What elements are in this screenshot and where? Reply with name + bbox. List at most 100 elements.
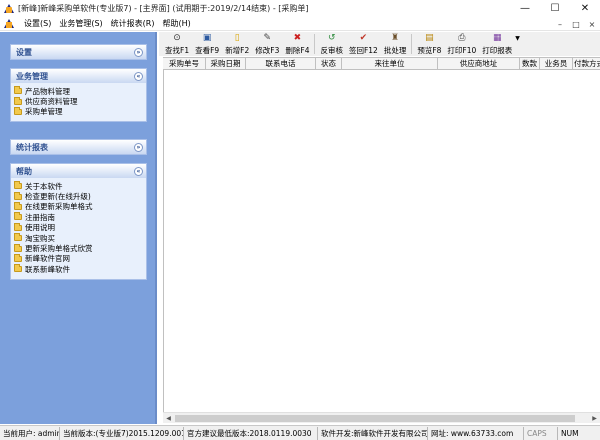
sidebar-item-contact[interactable]: 联系新峰软件 (14, 264, 143, 274)
folder-icon (14, 96, 22, 105)
close-button[interactable]: ✕ (570, 0, 600, 17)
column-header[interactable]: 联系电话 (246, 58, 316, 70)
chevron-down-icon: ▼ (515, 35, 520, 42)
folder-icon (14, 86, 22, 95)
panel-settings: 设置 » (10, 44, 147, 60)
folder-icon (14, 201, 22, 210)
sidebar-item-label: 使用说明 (25, 223, 55, 233)
preview-button[interactable]: ▤ 预览F8 (414, 32, 444, 56)
toolbar-separator (411, 34, 413, 54)
button-label: 反审核 (320, 46, 343, 55)
button-label: 批处理 (383, 46, 407, 55)
horizontal-scrollbar[interactable]: ◀ ▶ (163, 412, 600, 423)
preview-icon: ▤ (425, 33, 434, 43)
button-label: 预览F8 (417, 46, 442, 55)
menu-business[interactable]: 业务管理(S) (55, 18, 106, 29)
add-button[interactable]: ▯ 新增F2 (222, 32, 252, 56)
maximize-button[interactable]: ☐ (540, 0, 570, 17)
purchase-order-grid[interactable] (163, 70, 600, 412)
sidebar-item-label: 在线更新采购单格式 (25, 202, 93, 212)
folder-icon (14, 253, 22, 262)
column-header[interactable]: 数款 (520, 58, 540, 70)
panel-reports: 统计报表 » (10, 139, 147, 155)
button-label: 删除F4 (285, 46, 310, 55)
print-report-button[interactable]: ▦ 打印报表 (479, 32, 515, 56)
print-button[interactable]: ⎙ 打印F10 (444, 32, 479, 56)
folder-icon (14, 264, 22, 273)
collapse-chevron-icon[interactable]: « (134, 166, 143, 176)
folder-icon (14, 181, 22, 190)
column-header[interactable]: 采购单号 (163, 58, 206, 70)
mdi-controls: – □ × (552, 17, 600, 31)
panel-body: 关于本软件 检查更新(在线升级) 在线更新采购单格式 注册指南 使用说明 淘宝购… (11, 178, 146, 279)
scroll-left-icon[interactable]: ◀ (163, 413, 174, 424)
print-report-dropdown[interactable]: ▼ (515, 32, 522, 56)
scrollbar-thumb[interactable] (175, 415, 575, 422)
status-bar: 当前用户: admin 当前版本:(专业版7)2015.1209.0014 官方… (0, 425, 600, 440)
panel-body: 产品物料管理 供应商资料管理 采购单管理 (11, 83, 146, 122)
scroll-right-icon[interactable]: ▶ (589, 413, 600, 424)
panel-header-business[interactable]: 业务管理 « (11, 69, 146, 83)
button-label: 打印报表 (482, 46, 513, 55)
status-user: 当前用户: admin (0, 426, 60, 440)
panel-header-reports[interactable]: 统计报表 » (11, 140, 146, 154)
sidebar-item-taobao[interactable]: 淘宝购买 (14, 233, 143, 243)
mdi-restore-button[interactable]: □ (568, 20, 584, 29)
panel-header-settings[interactable]: 设置 » (11, 45, 146, 59)
sidebar-item-manual[interactable]: 使用说明 (14, 222, 143, 233)
sidebar-item-label: 淘宝购买 (25, 233, 55, 243)
view-button[interactable]: ▣ 查看F9 (192, 32, 222, 56)
sidebar-item-label: 联系新峰软件 (25, 264, 70, 274)
collapse-chevron-icon[interactable]: « (134, 71, 143, 81)
sidebar-item-label: 关于本软件 (25, 181, 63, 191)
unapprove-icon: ↺ (327, 33, 336, 43)
sidebar-item-label: 采购单管理 (25, 107, 63, 117)
folder-icon (14, 212, 22, 221)
menu-help[interactable]: 帮助(H) (158, 18, 194, 29)
delete-icon: ✖ (293, 33, 302, 43)
sidebar-item-website[interactable]: 新峰软件官网 (14, 253, 143, 264)
column-header[interactable]: 采购日期 (206, 58, 246, 70)
menu-settings[interactable]: 设置(S) (20, 18, 55, 29)
sidebar-item-check-update[interactable]: 检查更新(在线升级) (14, 191, 143, 201)
checkmark-icon: ✔ (359, 33, 368, 43)
button-label: 签回F12 (348, 46, 378, 55)
folder-icon (14, 233, 22, 242)
sidebar-item-suppliers[interactable]: 供应商资料管理 (14, 96, 143, 106)
signback-button[interactable]: ✔ 签回F12 (346, 32, 381, 56)
find-button[interactable]: ⊙ 查找F1 (162, 32, 192, 56)
column-header[interactable]: 业务员 (540, 58, 573, 70)
batch-button[interactable]: ♜ 批处理 (381, 32, 410, 56)
view-icon: ▣ (202, 33, 212, 43)
column-header[interactable]: 来往单位 (342, 58, 438, 70)
sidebar-item-register-guide[interactable]: 注册指南 (14, 212, 143, 222)
panel-title: 统计报表 (16, 142, 48, 152)
printer-icon: ⎙ (458, 33, 466, 43)
sidebar-item-update-format[interactable]: 在线更新采购单格式 (14, 201, 143, 212)
status-min-version: 官方建议最低版本:2018.0119.0030 (184, 426, 318, 440)
menu-reports[interactable]: 统计报表(R) (107, 18, 159, 29)
app-logo-icon (4, 3, 14, 14)
app-menu-icon[interactable] (4, 18, 14, 29)
sidebar-item-about[interactable]: 关于本软件 (14, 181, 143, 191)
panel-header-help[interactable]: 帮助 « (11, 164, 146, 178)
unapprove-button[interactable]: ↺ 反审核 (317, 32, 346, 56)
sidebar-item-format-gallery[interactable]: 更新采购单格式欣赏 (14, 243, 143, 253)
delete-button[interactable]: ✖ 删除F4 (282, 32, 312, 56)
sidebar-item-purchase-orders[interactable]: 采购单管理 (14, 106, 143, 117)
mdi-close-button[interactable]: × (584, 20, 600, 29)
button-label: 新增F2 (225, 46, 250, 55)
expand-chevron-icon[interactable]: » (134, 142, 143, 152)
edit-button[interactable]: ✎ 修改F3 (252, 32, 282, 56)
folder-icon (14, 222, 22, 231)
panel-title: 帮助 (16, 166, 32, 176)
report-icon: ▦ (493, 33, 502, 43)
minimize-button[interactable]: — (510, 0, 540, 17)
column-header[interactable]: 供应商地址 (438, 58, 520, 70)
mdi-minimize-button[interactable]: – (552, 20, 568, 29)
expand-chevron-icon[interactable]: » (134, 47, 143, 57)
batch-icon: ♜ (391, 33, 400, 43)
column-header[interactable]: 状态 (316, 58, 342, 70)
sidebar-item-products[interactable]: 产品物料管理 (14, 86, 143, 96)
column-header[interactable]: 付款方式 (573, 58, 600, 70)
